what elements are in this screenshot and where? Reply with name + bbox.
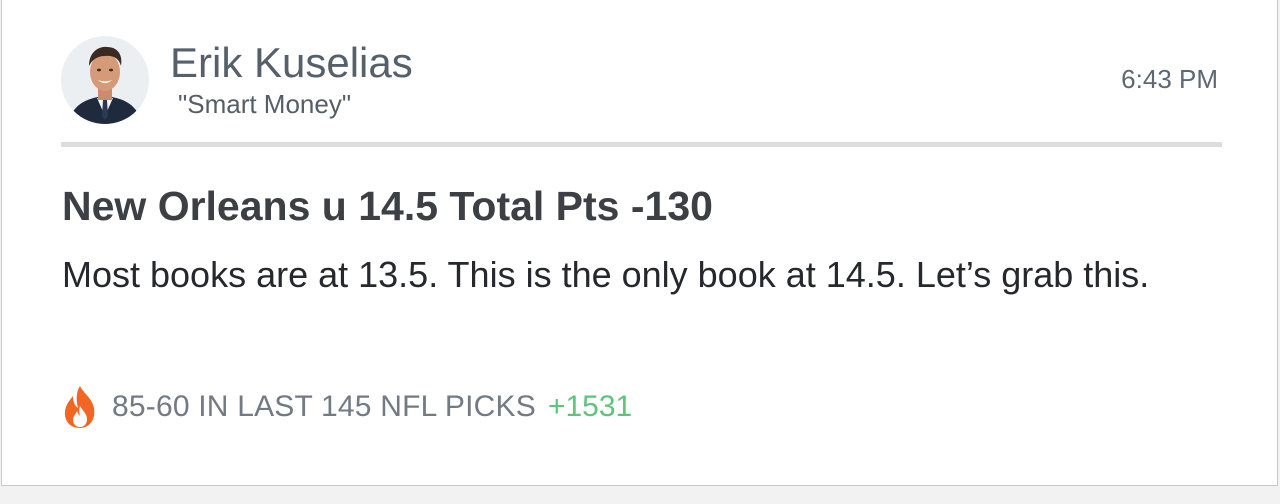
author-name[interactable]: Erik Kuselias [170, 38, 413, 88]
pick-card: Erik Kuselias "Smart Money" 6:43 PM New … [1, 0, 1278, 486]
pick-title: New Orleans u 14.5 Total Pts -130 [62, 183, 713, 229]
record-summary: 85-60 IN LAST 145 NFL PICKS [112, 390, 536, 423]
fire-icon [64, 386, 95, 428]
pick-description: Most books are at 13.5. This is the only… [62, 254, 1150, 295]
author-avatar[interactable] [61, 36, 149, 124]
record-units: +1531 [547, 390, 633, 423]
post-timestamp: 6:43 PM [1121, 64, 1218, 94]
avatar-portrait-icon [61, 36, 149, 124]
author-tagline: "Smart Money" [178, 89, 352, 119]
record-line: 85-60 IN LAST 145 NFL PICKS +1531 [60, 384, 632, 430]
header-divider [61, 142, 1222, 147]
